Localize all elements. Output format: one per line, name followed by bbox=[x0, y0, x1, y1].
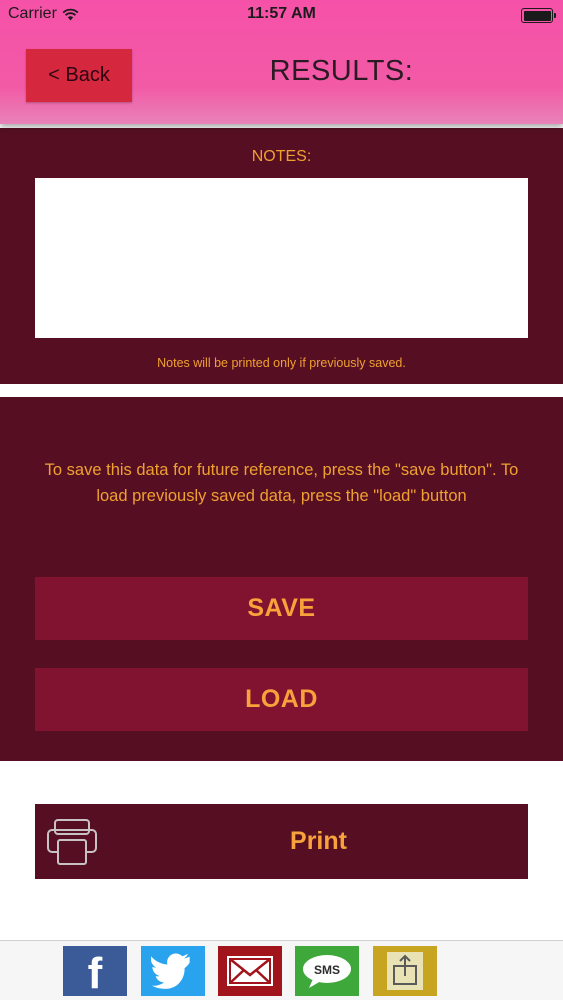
notes-panel: NOTES: Notes will be printed only if pre… bbox=[0, 128, 563, 384]
load-button[interactable]: LOAD bbox=[35, 668, 528, 731]
status-bar: Carrier 11:57 AM bbox=[0, 0, 563, 30]
save-button[interactable]: SAVE bbox=[35, 577, 528, 640]
notes-label: NOTES: bbox=[251, 148, 312, 165]
save-load-instructions: To save this data for future reference, … bbox=[44, 461, 519, 505]
notes-hint: Notes will be printed only if previously… bbox=[157, 356, 406, 370]
battery-icon bbox=[521, 8, 556, 23]
facebook-share-button[interactable]: f bbox=[63, 946, 127, 998]
sms-label: SMS bbox=[313, 963, 340, 977]
printer-icon bbox=[47, 819, 97, 865]
email-share-button[interactable] bbox=[218, 946, 282, 996]
back-button[interactable]: < Back bbox=[26, 49, 132, 102]
save-load-panel: To save this data for future reference, … bbox=[0, 397, 563, 761]
navigation-header: Carrier 11:57 AM < Back RESULTS: bbox=[0, 0, 563, 124]
status-time: 11:57 AM bbox=[247, 5, 316, 22]
sms-share-button[interactable]: SMS bbox=[295, 946, 359, 996]
facebook-icon: f bbox=[87, 949, 103, 998]
share-icon bbox=[387, 952, 423, 990]
twitter-icon bbox=[151, 953, 190, 989]
share-action-button[interactable] bbox=[373, 946, 437, 996]
mail-icon bbox=[227, 956, 273, 986]
twitter-share-button[interactable] bbox=[141, 946, 205, 996]
share-bar: f SMS bbox=[0, 940, 563, 1000]
print-button[interactable]: Print bbox=[35, 804, 528, 879]
page-title: RESULTS: bbox=[269, 55, 414, 87]
notes-input[interactable] bbox=[35, 178, 528, 338]
print-label: Print bbox=[290, 827, 347, 855]
